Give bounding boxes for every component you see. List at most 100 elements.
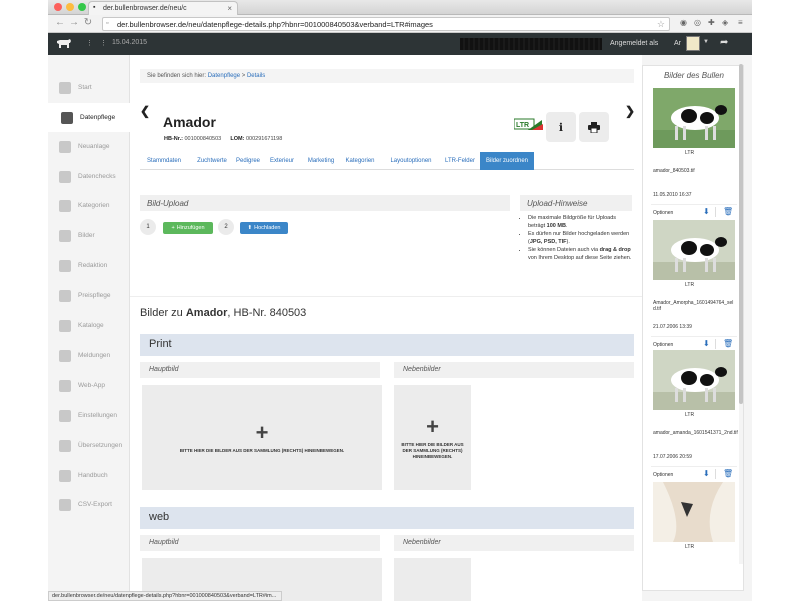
sidebar-item--bersetzungen[interactable]: Übersetzungen <box>48 431 130 460</box>
plus-icon <box>59 140 71 153</box>
bookmark-star-icon[interactable]: ☆ <box>657 19 665 30</box>
sidebar-item-datenpflege[interactable]: Datenpflege <box>48 103 130 132</box>
forward-arrow-icon[interactable]: → <box>68 17 80 28</box>
sidebar-item-start[interactable]: Start <box>48 73 130 102</box>
cow-logo-icon[interactable] <box>56 38 72 49</box>
download-icon[interactable]: ⬇ <box>703 339 713 348</box>
divider <box>715 339 716 349</box>
scrollbar-thumb[interactable] <box>739 64 743 404</box>
sidebar-item-kategorien[interactable]: Kategorien <box>48 191 130 220</box>
tab-bilder-zuordnen[interactable]: Bilder zuordnen <box>480 152 534 170</box>
browser-toolbar: ← → ↻ ▫ der.bullenbrowser.de/neu/datenpf… <box>48 15 752 33</box>
next-arrow-icon[interactable]: ❯ <box>625 104 635 118</box>
bull-photo-thumbnail[interactable] <box>653 350 735 410</box>
divider <box>715 469 716 479</box>
extension-icon[interactable]: ◈ <box>722 18 728 27</box>
upload-button[interactable]: ⬆ Hochladen <box>240 222 288 234</box>
sidebar-item-label: Bilder <box>78 232 95 239</box>
page-icon: ▫ <box>106 20 109 27</box>
menu-icon[interactable]: ≡ <box>738 18 743 27</box>
menu-dots-icon[interactable]: ⋮ <box>100 39 107 47</box>
app-header: ⋮ ⋮ 15.04.2015 Angemeldet als Ar ▼ ➦ <box>48 33 752 55</box>
extension-icon[interactable]: ✚ <box>708 18 715 27</box>
sidebar-item-bilder[interactable]: Bilder <box>48 221 130 250</box>
web-side-drop-zone[interactable]: + <box>394 558 471 601</box>
bull-photo-thumbnail[interactable] <box>653 482 735 542</box>
info-button[interactable]: ℹ <box>546 112 576 142</box>
trash-icon[interactable]: 🗑 <box>723 339 733 348</box>
print-button[interactable] <box>579 112 609 142</box>
avatar[interactable] <box>686 36 700 51</box>
tab-zuchtwerte[interactable]: Zuchtwerte <box>190 152 234 170</box>
tab-title: der.bullenbrowser.de/neu/c <box>103 5 187 12</box>
sidebar-item-label: Meldungen <box>78 352 111 359</box>
sidebar-item-csv-export[interactable]: CSV-Export <box>48 490 130 519</box>
sidebar-item-datenchecks[interactable]: Datenchecks <box>48 162 130 191</box>
sidebar-item-web-app[interactable]: Web-App <box>48 371 130 400</box>
extension-icon[interactable]: ◎ <box>694 18 701 27</box>
sidebar-item-neuanlage[interactable]: Neuanlage <box>48 132 130 161</box>
sidebar-item-kataloge[interactable]: Kataloge <box>48 311 130 340</box>
print-main-drop-zone[interactable]: + BITTE HIER DIE BILDER AUS DER SAMMLUNG… <box>142 385 382 490</box>
maximize-window-button[interactable] <box>78 3 86 11</box>
options-label[interactable]: Optionen <box>653 472 673 478</box>
sidebar-item-meldungen[interactable]: Meldungen <box>48 341 130 370</box>
edit-icon <box>61 111 73 124</box>
envelope-icon <box>59 349 71 362</box>
breadcrumb-link-details[interactable]: Details <box>247 73 265 79</box>
tab-kategorien[interactable]: Kategorien <box>340 152 380 170</box>
minimize-window-button[interactable] <box>66 3 74 11</box>
options-label[interactable]: Optionen <box>653 210 673 216</box>
trash-icon[interactable]: 🗑 <box>723 469 733 478</box>
tab-stammdaten[interactable]: Stammdaten <box>142 152 186 170</box>
close-window-button[interactable] <box>54 3 62 11</box>
tab-marketing[interactable]: Marketing <box>304 152 338 170</box>
chevron-down-icon[interactable]: ▼ <box>703 39 709 45</box>
tab-layoutoptionen[interactable]: Layoutoptionen <box>384 152 438 170</box>
sidebar-item-label: Handbuch <box>78 472 108 479</box>
sidebar-item-label: Neuanlage <box>78 143 110 150</box>
previous-arrow-icon[interactable]: ❮ <box>140 104 150 118</box>
sidebar-item-label: Web-App <box>78 382 105 389</box>
tab-close-icon[interactable]: × <box>227 4 232 13</box>
menu-grid-icon[interactable]: ⋮ <box>86 39 93 47</box>
breadcrumb-separator: > <box>241 73 246 79</box>
sidebar-item-handbuch[interactable]: Handbuch <box>48 461 130 490</box>
address-bar[interactable]: ▫ der.bullenbrowser.de/neu/datenpflege-d… <box>102 17 670 31</box>
reload-icon[interactable]: ↻ <box>82 17 94 28</box>
breadcrumb-link-datenpflege[interactable]: Datenpflege <box>208 73 240 79</box>
plus-icon: + <box>426 413 439 439</box>
drop-zone-text: BITTE HIER DIE BILDER AUS DER SAMMLUNG (… <box>401 441 464 459</box>
tab-ltr-felder[interactable]: LTR-Felder <box>442 152 478 170</box>
sidebar-item-preispflege[interactable]: Preispflege <box>48 281 130 310</box>
extension-icon[interactable]: ◉ <box>680 18 687 27</box>
bull-photo-thumbnail[interactable] <box>653 220 735 280</box>
print-main-image-label: Hauptbild <box>140 362 380 378</box>
image-date: 21.07.2006 13:39 <box>653 324 692 330</box>
book-icon <box>59 319 71 332</box>
hint-item: Es dürfen nur Bilder hochgeladen werden … <box>528 230 632 246</box>
breadcrumb: Sie befinden sich hier: Datenpflege > De… <box>140 69 634 83</box>
download-icon[interactable]: ⬇ <box>703 469 713 478</box>
sidebar-item-einstellungen[interactable]: Einstellungen <box>48 401 130 430</box>
download-icon[interactable]: ⬇ <box>703 207 713 216</box>
tab-pedigree[interactable]: Pedigree <box>236 152 260 170</box>
hb-value: 001000840503 <box>184 136 222 142</box>
export-icon <box>59 498 71 511</box>
options-label[interactable]: Optionen <box>653 342 673 348</box>
bull-photo-thumbnail[interactable] <box>653 88 735 148</box>
trash-icon[interactable]: 🗑 <box>723 207 733 216</box>
print-side-drop-zone[interactable]: + BITTE HIER DIE BILDER AUS DER SAMMLUNG… <box>394 385 471 490</box>
browser-tab[interactable]: ▪ der.bullenbrowser.de/neu/c × <box>88 1 238 15</box>
bull-name: Amador <box>163 114 216 130</box>
tab-exterieur[interactable]: Exterieur <box>262 152 302 170</box>
sidebar-item-redaktion[interactable]: Redaktion <box>48 251 130 280</box>
cart-icon <box>59 289 71 302</box>
add-file-button[interactable]: + Hinzufügen <box>163 222 213 234</box>
header-date: 15.04.2015 <box>112 39 148 46</box>
share-arrow-icon[interactable]: ➦ <box>720 37 728 48</box>
back-arrow-icon[interactable]: ← <box>54 17 66 28</box>
sidebar-item-label: Preispflege <box>78 292 111 299</box>
logged-in-label: Angemeldet als <box>610 40 659 47</box>
phone-icon <box>59 379 71 392</box>
